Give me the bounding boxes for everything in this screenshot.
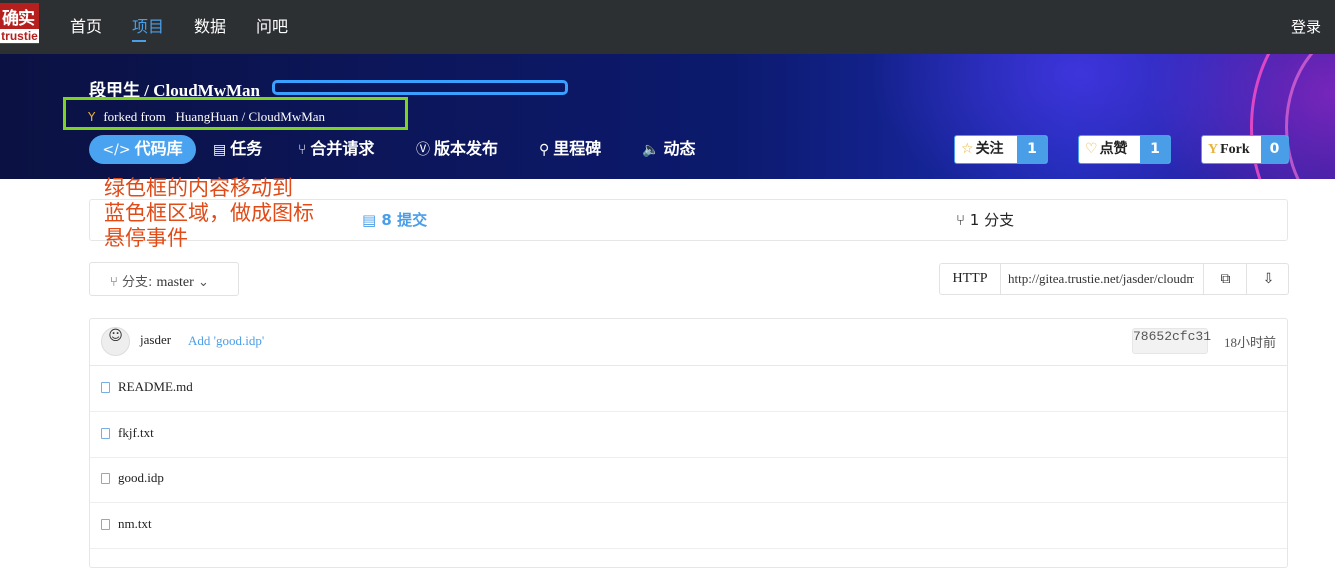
login-link[interactable]: 登录 [1291, 16, 1321, 37]
watch-count: 1 [1017, 136, 1047, 163]
star-icon: ☆ [961, 141, 974, 157]
logo-word: trustie [0, 29, 39, 43]
list-item[interactable]: good.idp [90, 457, 1287, 503]
tab-code[interactable]: </> 代码库 [89, 135, 196, 164]
nav-home[interactable]: 首页 [70, 13, 102, 37]
watch-button[interactable]: ☆ 关注 1 [954, 135, 1048, 164]
logo-glyphs: 确实 [2, 9, 35, 29]
tab-label: 版本发布 [434, 139, 499, 158]
trustie-logo[interactable]: 确实 trustie [0, 3, 39, 44]
commits-count: 8 提交 [381, 211, 428, 229]
branch-value: master [156, 275, 194, 290]
top-navbar: 确实 trustie 首页 项目 数据 问吧 登录 [0, 0, 1335, 54]
file-name[interactable]: nm.txt [118, 516, 152, 532]
file-icon [101, 382, 110, 393]
clone-url-input[interactable]: http://gitea.trustie.net/jasder/cloudmwm… [1008, 264, 1194, 294]
branch-icon: ⑂ [956, 211, 966, 229]
fork-label: Fork [1220, 142, 1250, 157]
file-name[interactable]: README.md [118, 379, 193, 395]
like-count: 1 [1140, 136, 1170, 163]
commit-time: 18小时前 [1224, 335, 1277, 350]
file-list: ☺ jasder Add 'good.idp' 78652cfc31 18小时前… [89, 318, 1288, 568]
annotation-line: 悬停事件 [104, 226, 188, 250]
branch-label: 分支: [121, 275, 153, 290]
milestone-icon: ⚲ [539, 142, 550, 158]
fork-icon: Y [1208, 142, 1219, 157]
commit-author[interactable]: jasder [140, 332, 171, 348]
like-button[interactable]: ♡ 点赞 1 [1078, 135, 1171, 164]
list-item[interactable]: fkjf.txt [90, 412, 1287, 458]
tab-milestones[interactable]: ⚲ 里程碑 [539, 135, 601, 164]
chevron-down-icon: ⌄ [197, 275, 209, 290]
tab-releases[interactable]: Ⓥ 版本发布 [416, 135, 498, 164]
tab-label: 里程碑 [553, 139, 602, 158]
branch-selector[interactable]: ⑂ 分支: master ⌄ [89, 262, 239, 296]
commit-icon: ▤ [362, 211, 377, 229]
annotation-green-box [63, 97, 408, 130]
annotation-line: 蓝色框区域，做成图标 [104, 201, 314, 225]
tab-label: 合并请求 [310, 139, 375, 158]
fork-button[interactable]: Y Fork 0 [1201, 135, 1289, 164]
download-cloud-icon[interactable]: ⇩ [1246, 264, 1290, 294]
tab-label: 任务 [230, 139, 263, 158]
branches-count: 1 分支 [969, 211, 1015, 229]
fork-count: 0 [1261, 136, 1288, 163]
like-label: 点赞 [1099, 141, 1128, 157]
list-item[interactable]: README.md [90, 366, 1287, 412]
list-item[interactable]: nm.txt [90, 503, 1287, 549]
tab-activity[interactable]: 🔈 动态 [642, 135, 695, 164]
annotation-blue-box [272, 80, 568, 95]
commit-sha[interactable]: 78652cfc31 [1132, 328, 1211, 354]
clone-protocol-button[interactable]: HTTP [940, 264, 1001, 294]
file-name[interactable]: good.idp [118, 470, 164, 486]
commit-message[interactable]: Add 'good.idp' [188, 333, 264, 349]
nav-active-indicator [132, 40, 146, 42]
tab-label: 动态 [663, 139, 696, 158]
avatar[interactable]: ☺ [101, 327, 130, 356]
file-name[interactable]: fkjf.txt [118, 425, 154, 441]
branches-link[interactable]: ⑂ 1 分支 [956, 209, 1014, 230]
document-icon: ▤ [213, 142, 227, 158]
commits-link[interactable]: ▤ 8 提交 [362, 209, 427, 230]
code-icon: </> [102, 142, 131, 158]
nav-forum[interactable]: 问吧 [256, 13, 288, 37]
annotation-note: 绿色框的内容移动到 蓝色框区域，做成图标 悬停事件 [104, 176, 314, 251]
speaker-icon: 🔈 [642, 142, 660, 158]
pull-request-icon: ⑂ [298, 142, 307, 158]
file-icon [101, 428, 110, 439]
nav-data[interactable]: 数据 [194, 13, 226, 37]
tab-pull-requests[interactable]: ⑂ 合并请求 [298, 135, 374, 164]
tab-issues[interactable]: ▤ 任务 [213, 135, 262, 164]
file-icon [101, 473, 110, 484]
last-commit-bar: ☺ jasder Add 'good.idp' 78652cfc31 18小时前 [90, 319, 1287, 366]
copy-icon[interactable]: ⧉ [1203, 264, 1247, 294]
file-icon [101, 519, 110, 530]
tab-label: 代码库 [134, 139, 183, 158]
annotation-line: 绿色框的内容移动到 [104, 176, 293, 200]
nav-projects[interactable]: 项目 [132, 13, 164, 37]
heart-icon: ♡ [1085, 141, 1098, 157]
watch-label: 关注 [975, 141, 1004, 157]
clone-url-group: HTTP http://gitea.trustie.net/jasder/clo… [939, 263, 1289, 295]
version-icon: Ⓥ [416, 142, 430, 158]
branch-icon: ⑂ [110, 275, 118, 290]
